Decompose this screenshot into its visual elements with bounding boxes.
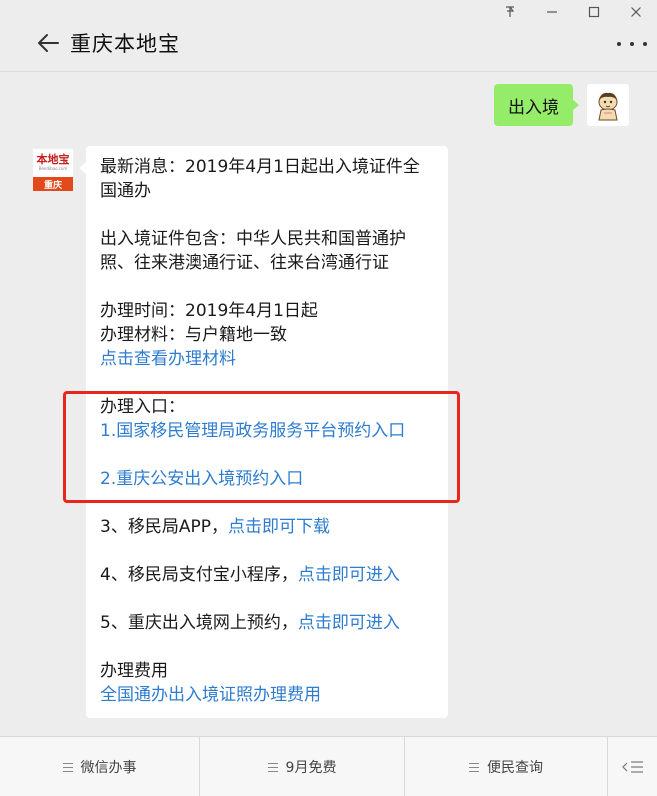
- more-icon[interactable]: [617, 32, 647, 56]
- news-line-1: 最新消息：2019年4月1日起出入境证件全: [100, 157, 420, 177]
- back-arrow-icon[interactable]: [36, 31, 60, 55]
- docs-line-1: 出入境证件包含：中华人民共和国普通护: [100, 229, 406, 249]
- menu-item-september-free[interactable]: 9月免费: [200, 737, 405, 796]
- page-title: 重庆本地宝: [70, 32, 180, 56]
- bot-logo-text: 本地宝: [36, 153, 70, 166]
- chat-header: 重庆本地宝: [0, 18, 657, 72]
- menu-list-icon: [62, 762, 73, 772]
- entry-heading: 办理入口：: [100, 397, 185, 417]
- menu-item-label: 微信办事: [80, 760, 137, 776]
- keyboard-toggle-button[interactable]: [608, 737, 657, 796]
- menu-list-icon: [267, 762, 278, 772]
- entry-item-5-text: 5、重庆出入境网上预约，: [100, 613, 298, 633]
- outgoing-message: 出入境: [494, 84, 629, 126]
- bot-logo: 本地宝 Bendibao.com: [33, 149, 73, 177]
- time-line: 办理时间：2019年4月1日起: [100, 301, 318, 321]
- switch-to-input-icon: [621, 761, 643, 773]
- menu-item-wechat-services[interactable]: 微信办事: [0, 737, 200, 796]
- entry-item-3: 3、移民局APP，点击即可下载: [100, 515, 435, 539]
- bot-logo-sub: Bendibao.com: [38, 166, 68, 171]
- menu-item-label: 9月免费: [285, 760, 337, 776]
- entry-link-2[interactable]: 2.重庆公安出入境预约入口: [100, 467, 435, 491]
- materials-link[interactable]: 点击查看办理材料: [100, 347, 435, 371]
- entry-item-5-link[interactable]: 点击即可进入: [298, 613, 400, 633]
- fee-link[interactable]: 全国通办出入境证照办理费用: [100, 683, 435, 707]
- fee-heading: 办理费用: [100, 661, 168, 681]
- materials-line: 办理材料：与户籍地一致: [100, 325, 287, 345]
- entry-item-4: 4、移民局支付宝小程序，点击即可进入: [100, 563, 435, 587]
- outgoing-bubble[interactable]: 出入境: [494, 84, 579, 126]
- bot-avatar[interactable]: 本地宝 Bendibao.com 重庆: [32, 148, 74, 192]
- news-line-2: 国通办: [100, 181, 151, 201]
- menu-item-convenience-query[interactable]: 便民查询: [405, 737, 608, 796]
- user-avatar[interactable]: [587, 84, 629, 126]
- menu-list-icon: [469, 762, 479, 772]
- entry-link-1[interactable]: 1.国家移民管理局政务服务平台预约入口: [100, 419, 435, 443]
- entry-item-4-text: 4、移民局支付宝小程序，: [100, 565, 298, 585]
- entry-item-4-link[interactable]: 点击即可进入: [298, 565, 400, 585]
- bot-logo-city: 重庆: [33, 177, 73, 191]
- incoming-bubble: 最新消息：2019年4月1日起出入境证件全 国通办 出入境证件包含：中华人民共和…: [79, 146, 448, 718]
- bottom-menu: 微信办事 9月免费 便民查询: [0, 736, 657, 796]
- entry-item-5: 5、重庆出入境网上预约，点击即可进入: [100, 611, 435, 635]
- docs-line-2: 照、往来港澳通行证、往来台湾通行证: [100, 253, 389, 273]
- entry-item-3-link[interactable]: 点击即可下载: [228, 517, 330, 537]
- menu-item-label: 便民查询: [487, 760, 543, 776]
- entry-item-3-text: 3、移民局APP，: [100, 517, 228, 537]
